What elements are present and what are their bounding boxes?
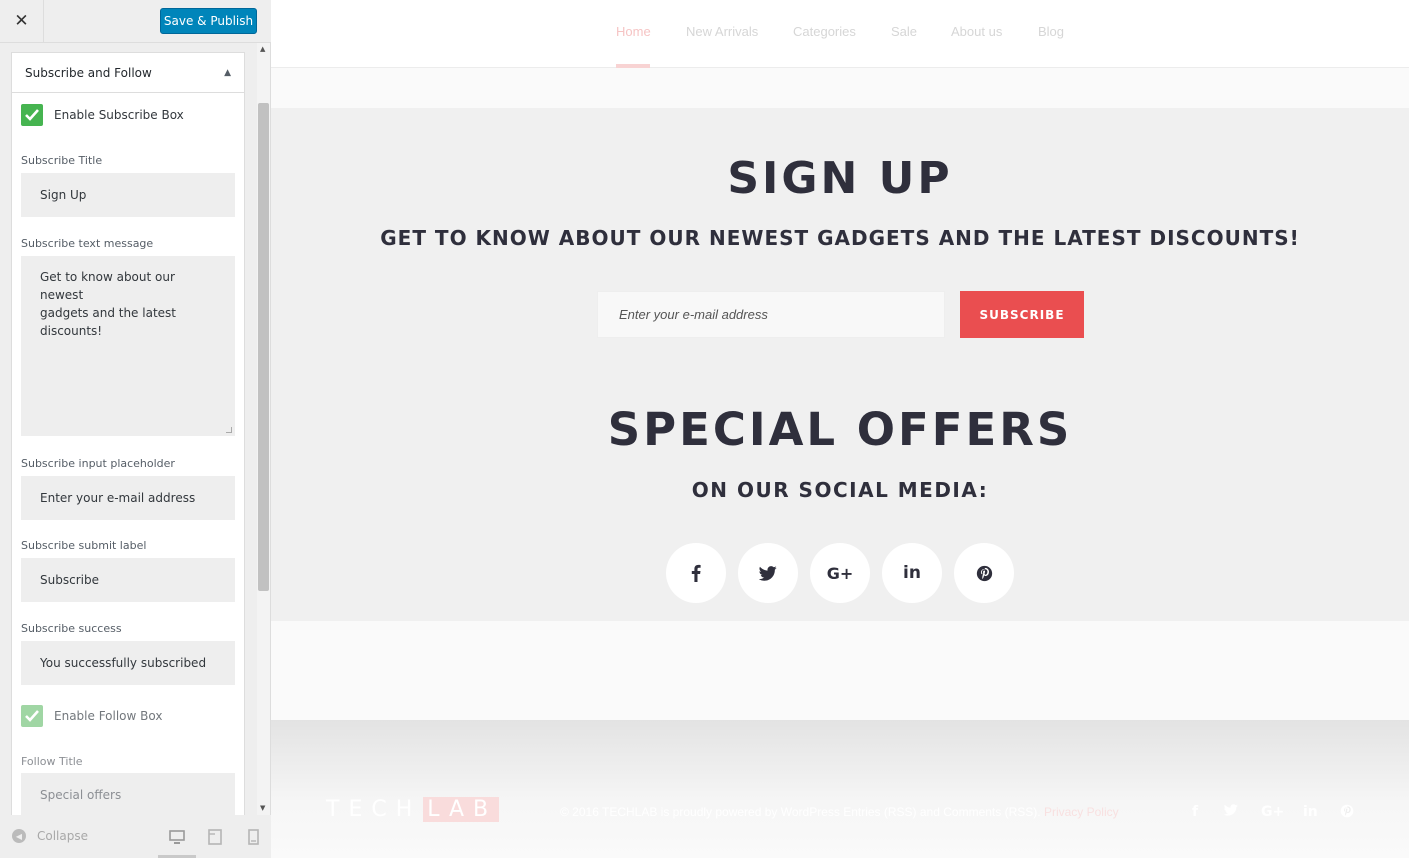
subscribe-placeholder-label: Subscribe input placeholder — [21, 457, 175, 470]
facebook-icon[interactable] — [666, 543, 726, 603]
footer-facebook-icon[interactable]: f — [1192, 804, 1198, 820]
google-plus-icon[interactable]: G+ — [810, 543, 870, 603]
scroll-up-icon[interactable]: ▲ — [260, 45, 265, 53]
nav-item-home[interactable]: Home — [616, 24, 651, 39]
checkmark-icon — [25, 710, 39, 722]
subscribe-text-textarea[interactable]: Get to know about our newest gadgets and… — [21, 256, 235, 436]
enable-follow-label: Enable Follow Box — [54, 709, 163, 723]
customizer-footer: ◀ Collapse — [0, 815, 271, 858]
customizer-scroll-area[interactable]: Subscribe and Follow ▲ Enable Subscribe … — [0, 43, 271, 815]
logo-accent-text: LAB — [423, 797, 500, 822]
nav-item-sale[interactable]: Sale — [891, 24, 917, 39]
desktop-icon[interactable] — [169, 829, 185, 845]
subscribe-submit-input[interactable]: Subscribe — [21, 558, 235, 602]
section-panel: Subscribe and Follow ▲ Enable Subscribe … — [11, 52, 245, 815]
site-footer: TECH LAB © 2016 TECHLAB is proudly power… — [271, 720, 1409, 858]
enable-subscribe-row[interactable]: Enable Subscribe Box — [21, 104, 184, 126]
footer-twitter-icon[interactable] — [1223, 804, 1238, 820]
collapse-icon: ◀ — [12, 829, 26, 843]
follow-title-label: Follow Title — [21, 755, 83, 768]
close-icon[interactable]: ✕ — [0, 0, 44, 42]
site-navigation: Home New Arrivals Categories Sale About … — [271, 0, 1409, 68]
footer-google-plus-icon[interactable]: G+ — [1261, 804, 1284, 820]
save-publish-button[interactable]: Save & Publish — [160, 8, 257, 34]
subscribe-button[interactable]: SUBSCRIBE — [960, 291, 1084, 338]
enable-follow-checkbox[interactable] — [21, 705, 43, 727]
arrow-up-icon[interactable]: ▲ — [224, 68, 231, 78]
footer-linkedin-icon[interactable]: in — [1303, 804, 1318, 820]
nav-active-indicator — [616, 64, 650, 68]
privacy-policy-link[interactable]: Privacy Policy — [1044, 805, 1119, 819]
checkmark-icon — [25, 109, 39, 121]
pinterest-icon[interactable] — [954, 543, 1014, 603]
linkedin-icon[interactable]: in — [882, 543, 942, 603]
subscribe-title-label: Subscribe Title — [21, 154, 103, 167]
subscribe-success-input[interactable]: You successfully subscribed — [21, 641, 235, 685]
section-title: Subscribe and Follow — [25, 65, 152, 80]
nav-item-about-us[interactable]: About us — [951, 24, 1002, 39]
collapse-button[interactable]: ◀ Collapse — [12, 829, 88, 843]
site-preview: Home New Arrivals Categories Sale About … — [271, 0, 1409, 858]
customizer-header: ✕ Save & Publish — [0, 0, 271, 43]
subscribe-success-label: Subscribe success — [21, 622, 122, 635]
footer-pinterest-icon[interactable] — [1340, 804, 1354, 822]
offers-subtitle: ON OUR SOCIAL MEDIA: — [691, 478, 989, 502]
resize-grip-icon[interactable] — [226, 427, 232, 433]
twitter-icon[interactable] — [738, 543, 798, 603]
customizer-sidebar: ✕ Save & Publish Subscribe and Follow ▲ … — [0, 0, 271, 858]
subscribe-submit-label: Subscribe submit label — [21, 539, 147, 552]
subscribe-title-input[interactable]: Sign Up — [21, 173, 235, 217]
section-header[interactable]: Subscribe and Follow ▲ — [12, 53, 244, 93]
nav-item-categories[interactable]: Categories — [793, 24, 856, 39]
enable-subscribe-checkbox[interactable] — [21, 104, 43, 126]
scrollbar-thumb[interactable] — [258, 103, 269, 591]
nav-item-blog[interactable]: Blog — [1038, 24, 1064, 39]
footer-logo[interactable]: TECH LAB — [326, 797, 500, 822]
collapse-label: Collapse — [37, 829, 88, 843]
mobile-icon[interactable] — [245, 829, 261, 845]
subscribe-placeholder-input[interactable]: Enter your e-mail address — [21, 476, 235, 520]
logo-main-text: TECH — [326, 797, 422, 822]
offers-title: SPECIAL OFFERS — [607, 403, 1073, 456]
nav-item-new-arrivals[interactable]: New Arrivals — [686, 24, 758, 39]
subscribe-text-label: Subscribe text message — [21, 237, 154, 250]
email-input[interactable]: Enter your e-mail address — [597, 291, 945, 338]
signup-title: SIGN UP — [727, 153, 953, 204]
scroll-down-icon[interactable]: ▼ — [260, 804, 265, 812]
sidebar-scrollbar[interactable]: ▲ ▼ — [257, 43, 270, 815]
signup-subtitle: GET TO KNOW ABOUT OUR NEWEST GADGETS AND… — [380, 226, 1300, 250]
enable-subscribe-label: Enable Subscribe Box — [54, 108, 184, 122]
footer-copyright: © 2016 TECHLAB is proudly powered by Wor… — [560, 805, 1119, 819]
subscribe-text-value: Get to know about our newest gadgets and… — [40, 270, 176, 338]
follow-title-input[interactable]: Special offers — [21, 773, 235, 815]
copyright-text: © 2016 TECHLAB is proudly powered by Wor… — [560, 805, 1041, 819]
enable-follow-row[interactable]: Enable Follow Box — [21, 705, 162, 727]
tablet-icon[interactable] — [207, 829, 223, 845]
